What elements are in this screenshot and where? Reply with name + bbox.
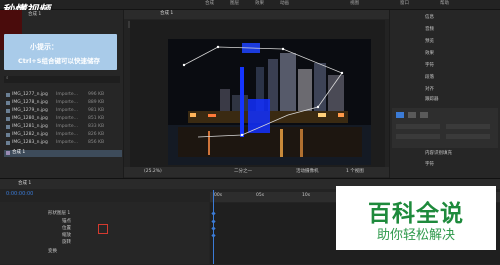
file-kind: Importe... bbox=[56, 92, 78, 97]
menu-item[interactable]: 帮助 bbox=[440, 1, 449, 7]
file-name: IMG_1277_n.jpg bbox=[12, 92, 48, 97]
search-icon: ⌕ bbox=[6, 76, 9, 81]
ruler-mark: 10s bbox=[302, 193, 311, 198]
playhead[interactable] bbox=[213, 190, 214, 264]
city-skyline-graphic bbox=[168, 39, 371, 165]
property-position[interactable]: 位置 bbox=[62, 226, 71, 232]
menu-item[interactable]: 视图 bbox=[350, 1, 359, 7]
file-name: IMG_1279_n.jpg bbox=[12, 108, 48, 113]
views-dropdown[interactable]: 1 个视图 bbox=[346, 169, 364, 175]
ruler-mark: 05s bbox=[256, 193, 265, 198]
file-kind: Importe... bbox=[56, 100, 78, 105]
file-size: 826 KB bbox=[88, 132, 105, 137]
image-file-icon bbox=[6, 141, 10, 145]
viewer-toolbar: (25.2%) 二分之一 活动摄像机 1 个视图 bbox=[124, 167, 389, 177]
highlight-box bbox=[98, 224, 108, 234]
menu-bar bbox=[0, 0, 500, 10]
tip-body: Ctrl+S组合键可以快速储存 bbox=[18, 57, 100, 65]
image-file-icon bbox=[6, 117, 10, 121]
list-item[interactable]: IMG_1282_n.jpg Importe... 826 KB bbox=[4, 132, 122, 139]
file-name: IMG_1283_n.jpg bbox=[12, 140, 48, 145]
project-search-input[interactable]: ⌕ bbox=[4, 76, 120, 83]
watermark: 百科全说 助你轻松解决 bbox=[336, 186, 496, 250]
menu-item[interactable]: 窗口 bbox=[400, 1, 409, 7]
list-item[interactable]: IMG_1279_n.jpg Importe... 981 KB bbox=[4, 108, 122, 115]
city-night-image[interactable] bbox=[168, 39, 371, 165]
panel-effects[interactable]: 效果 bbox=[425, 51, 434, 57]
composition-icon bbox=[6, 151, 10, 155]
layer-name[interactable]: 形状图层 1 bbox=[48, 211, 70, 217]
image-file-icon bbox=[6, 125, 10, 129]
file-size: 981 KB bbox=[88, 108, 105, 113]
panel-content-fill[interactable]: 内容识别填充 bbox=[425, 151, 452, 157]
watermark-subtitle: 助你轻松解决 bbox=[376, 228, 455, 243]
camera-dropdown[interactable]: 活动摄像机 bbox=[296, 169, 319, 175]
file-kind: Importe... bbox=[56, 108, 78, 113]
property-scale[interactable]: 缩放 bbox=[62, 233, 71, 239]
file-size: 833 KB bbox=[88, 124, 105, 129]
menu-item[interactable]: 动画 bbox=[280, 1, 289, 7]
panel-paragraph[interactable]: 段落 bbox=[425, 75, 434, 81]
panel-info[interactable]: 信息 bbox=[425, 15, 434, 21]
indent-field[interactable] bbox=[396, 124, 440, 129]
image-file-icon bbox=[6, 101, 10, 105]
align-center-icon[interactable] bbox=[408, 112, 416, 118]
file-name: IMG_1281_n.jpg bbox=[12, 124, 48, 129]
file-name: 合成 1 bbox=[12, 150, 26, 155]
tab-composition[interactable]: 合成 1 bbox=[160, 11, 173, 17]
panel-audio[interactable]: 音频 bbox=[425, 27, 434, 33]
file-size: 851 KB bbox=[88, 116, 105, 121]
panel-preview[interactable]: 预览 bbox=[425, 39, 434, 45]
tip-title: 小提示： bbox=[30, 43, 58, 51]
file-size: 856 KB bbox=[88, 140, 105, 145]
spacing-field[interactable] bbox=[446, 134, 490, 139]
paragraph-controls bbox=[392, 108, 498, 148]
file-name: IMG_1280_n.jpg bbox=[12, 116, 48, 121]
file-kind: Importe... bbox=[56, 140, 78, 145]
panel-character[interactable]: 字符 bbox=[425, 63, 434, 69]
image-file-icon bbox=[6, 133, 10, 137]
file-name: IMG_1278_n.jpg bbox=[12, 100, 48, 105]
panel-tracker[interactable]: 跟踪器 bbox=[425, 97, 439, 103]
image-file-icon bbox=[6, 93, 10, 97]
property-rotation[interactable]: 旋转 bbox=[62, 240, 71, 246]
menu-item[interactable]: 图层 bbox=[230, 1, 239, 7]
tip-box: 小提示： Ctrl+S组合键可以快速储存 bbox=[4, 34, 117, 70]
list-item-selected[interactable]: 合成 1 bbox=[4, 150, 122, 157]
viewer-tab-bar: 合成 1 bbox=[124, 10, 389, 19]
property-group[interactable]: 变换 bbox=[48, 249, 57, 255]
timecode-display[interactable]: 0:00:00:00 bbox=[6, 192, 33, 197]
align-right-icon[interactable] bbox=[420, 112, 428, 118]
resolution-dropdown[interactable]: 二分之一 bbox=[234, 169, 252, 175]
list-item[interactable]: IMG_1277_n.jpg Importe... 996 KB bbox=[4, 92, 122, 99]
project-comp-label: 合成 1 bbox=[28, 12, 42, 17]
align-left-icon[interactable] bbox=[396, 112, 404, 118]
panel-align[interactable]: 对齐 bbox=[425, 87, 434, 93]
property-anchor[interactable]: 锚点 bbox=[62, 219, 71, 225]
file-kind: Importe... bbox=[56, 132, 78, 137]
list-item[interactable]: IMG_1280_n.jpg Importe... 851 KB bbox=[4, 116, 122, 123]
spacing-field[interactable] bbox=[396, 134, 440, 139]
menu-item[interactable]: 合成 bbox=[205, 1, 214, 7]
tab-timeline[interactable]: 合成 1 bbox=[18, 181, 31, 187]
file-name: IMG_1282_n.jpg bbox=[12, 132, 48, 137]
list-item[interactable]: IMG_1283_n.jpg Importe... 856 KB bbox=[4, 140, 122, 147]
zoom-dropdown[interactable]: (25.2%) bbox=[144, 169, 162, 175]
file-kind: Importe... bbox=[56, 116, 78, 121]
image-file-icon bbox=[6, 109, 10, 113]
indent-field[interactable] bbox=[446, 124, 490, 129]
list-item[interactable]: IMG_1281_n.jpg Importe... 833 KB bbox=[4, 124, 122, 131]
file-size: 996 KB bbox=[88, 92, 105, 97]
watermark-title: 百科全说 bbox=[368, 201, 464, 227]
list-item[interactable]: IMG_1278_n.jpg Importe... 889 KB bbox=[4, 100, 122, 107]
file-kind: Importe... bbox=[56, 124, 78, 129]
menu-item[interactable]: 效果 bbox=[255, 1, 264, 7]
ruler-mark: 00s bbox=[214, 193, 223, 198]
panel-character-2[interactable]: 字符 bbox=[425, 162, 434, 168]
file-size: 889 KB bbox=[88, 100, 105, 105]
